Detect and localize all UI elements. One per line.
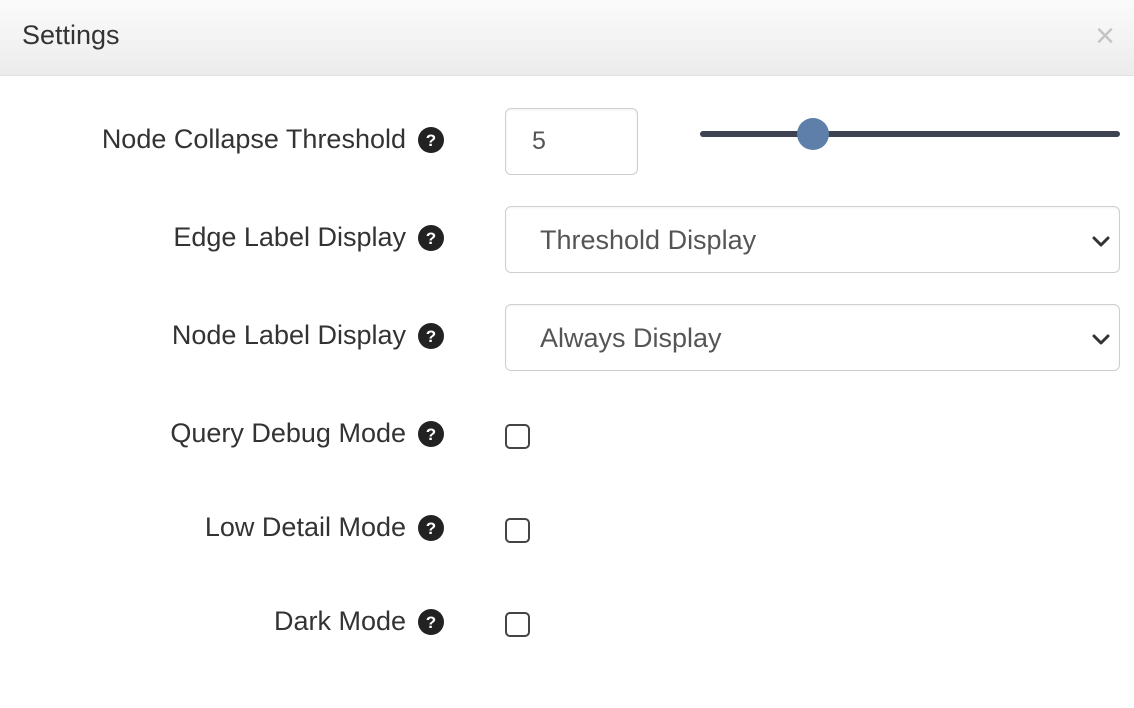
node-label-display-select[interactable]: Always Display xyxy=(505,304,1120,371)
chevron-down-icon xyxy=(1092,334,1110,345)
dialog-title: Settings xyxy=(22,20,120,50)
node-collapse-threshold-input[interactable] xyxy=(505,108,638,175)
dialog-header: Settings × xyxy=(0,0,1134,76)
slider-track[interactable] xyxy=(700,131,1120,137)
node-collapse-threshold-label: Node Collapse Threshold xyxy=(101,124,406,154)
question-circle-icon[interactable]: ? xyxy=(418,514,444,541)
question-circle-icon[interactable]: ? xyxy=(418,126,444,153)
settings-dialog: Settings × Node Collapse Threshold ? Edg… xyxy=(0,0,1134,708)
svg-text:?: ? xyxy=(426,519,436,538)
svg-text:?: ? xyxy=(426,327,436,346)
dark-mode-row-label: Dark Mode ? xyxy=(274,606,444,637)
close-icon[interactable]: × xyxy=(1090,18,1120,54)
node-collapse-threshold-slider[interactable] xyxy=(700,118,1120,150)
query-debug-mode-label: Query Debug Mode xyxy=(170,418,406,448)
svg-text:?: ? xyxy=(426,131,436,150)
question-circle-icon[interactable]: ? xyxy=(418,420,444,447)
query-debug-mode-checkbox[interactable] xyxy=(505,424,530,449)
slider-thumb[interactable] xyxy=(797,118,830,150)
question-circle-icon[interactable]: ? xyxy=(418,608,444,635)
low-detail-mode-row-label: Low Detail Mode ? xyxy=(205,512,444,543)
low-detail-mode-label: Low Detail Mode xyxy=(204,512,406,542)
node-label-display-value: Always Display xyxy=(540,323,722,353)
svg-text:?: ? xyxy=(426,229,436,248)
svg-text:?: ? xyxy=(426,425,436,444)
dark-mode-checkbox[interactable] xyxy=(505,612,530,637)
node-label-display-row-label: Node Label Display ? xyxy=(172,320,444,351)
edge-label-display-value: Threshold Display xyxy=(540,225,757,255)
edge-label-display-select[interactable]: Threshold Display xyxy=(505,206,1120,273)
question-circle-icon[interactable]: ? xyxy=(418,322,444,349)
svg-text:?: ? xyxy=(426,613,436,632)
node-label-display-label: Node Label Display xyxy=(171,320,406,350)
node-collapse-threshold-row-label: Node Collapse Threshold ? xyxy=(102,124,444,155)
query-debug-mode-row-label: Query Debug Mode ? xyxy=(170,418,444,449)
edge-label-display-label: Edge Label Display xyxy=(173,222,406,252)
low-detail-mode-checkbox[interactable] xyxy=(505,518,530,543)
question-circle-icon[interactable]: ? xyxy=(418,224,444,251)
chevron-down-icon xyxy=(1092,236,1110,247)
dark-mode-label: Dark Mode xyxy=(273,606,406,636)
edge-label-display-row-label: Edge Label Display ? xyxy=(173,222,444,253)
